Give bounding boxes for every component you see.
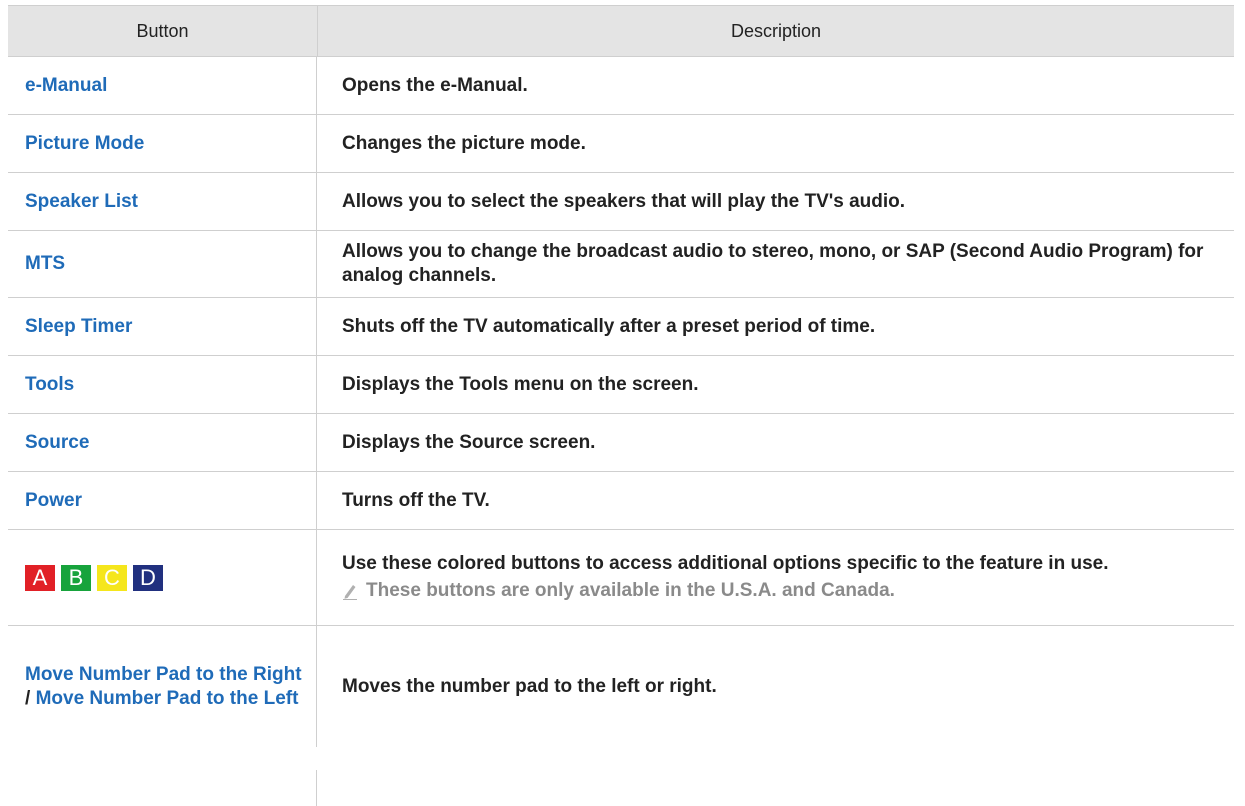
button-name[interactable]: Tools <box>8 356 317 413</box>
button-table: Button Description e-Manual Opens the e-… <box>8 5 1234 747</box>
table-row: Source Displays the Source screen. <box>8 414 1234 472</box>
button-description: Use these colored buttons to access addi… <box>342 553 1109 574</box>
pencil-note-icon <box>343 585 357 600</box>
color-button-a[interactable]: A <box>25 564 55 591</box>
color-button-c[interactable]: C <box>97 564 127 591</box>
button-description: Allows you to change the broadcast audio… <box>342 241 1204 286</box>
button-name-cell: Move Number Pad to the Right / Move Numb… <box>8 626 317 747</box>
button-description: Allows you to select the speakers that w… <box>342 190 906 212</box>
button-description: Opens the e-Manual. <box>342 74 528 96</box>
button-name[interactable]: Power <box>8 472 317 529</box>
color-buttons-description-cell: Use these colored buttons to access addi… <box>317 530 1234 625</box>
color-button-d[interactable]: D <box>133 564 163 591</box>
button-name[interactable]: Speaker List <box>8 173 317 230</box>
button-description: Changes the picture mode. <box>342 132 586 154</box>
note-text: These buttons are only available in the … <box>366 580 895 601</box>
button-description: Displays the Source screen. <box>342 431 596 453</box>
button-name[interactable]: MTS <box>8 231 317 297</box>
button-description: Turns off the TV. <box>342 489 490 511</box>
button-description: Shuts off the TV automatically after a p… <box>342 315 876 337</box>
header-description: Description <box>730 20 822 41</box>
header-button: Button <box>8 6 318 56</box>
separator: / <box>25 687 31 709</box>
table-header: Button Description <box>8 5 1234 57</box>
table-row: Picture Mode Changes the picture mode. <box>8 115 1234 173</box>
column-divider <box>316 770 317 806</box>
table-row: MTS Allows you to change the broadcast a… <box>8 231 1234 298</box>
color-buttons: A B C D <box>25 564 163 591</box>
table-row: Sleep Timer Shuts off the TV automatical… <box>8 298 1234 356</box>
table-row: Speaker List Allows you to select the sp… <box>8 173 1234 231</box>
button-name-right[interactable]: Move Number Pad to the Right <box>25 664 302 685</box>
table-row: e-Manual Opens the e-Manual. <box>8 57 1234 115</box>
table-row: Move Number Pad to the Right / Move Numb… <box>8 626 1234 747</box>
button-name[interactable]: Source <box>8 414 317 471</box>
button-description: Moves the number pad to the left or righ… <box>342 675 717 697</box>
availability-note: These buttons are only available in the … <box>342 579 1214 603</box>
table-row: Power Turns off the TV. <box>8 472 1234 530</box>
button-name-left[interactable]: Move Number Pad to the Left <box>36 688 299 709</box>
table-row-color-buttons: A B C D Use these colored buttons to acc… <box>8 530 1234 626</box>
button-name[interactable]: Sleep Timer <box>8 298 317 355</box>
color-buttons-cell: A B C D <box>8 530 317 625</box>
color-button-b[interactable]: B <box>61 564 91 591</box>
button-name[interactable]: Picture Mode <box>8 115 317 172</box>
table-row: Tools Displays the Tools menu on the scr… <box>8 356 1234 414</box>
button-description: Displays the Tools menu on the screen. <box>342 373 699 395</box>
button-name[interactable]: e-Manual <box>8 57 317 114</box>
